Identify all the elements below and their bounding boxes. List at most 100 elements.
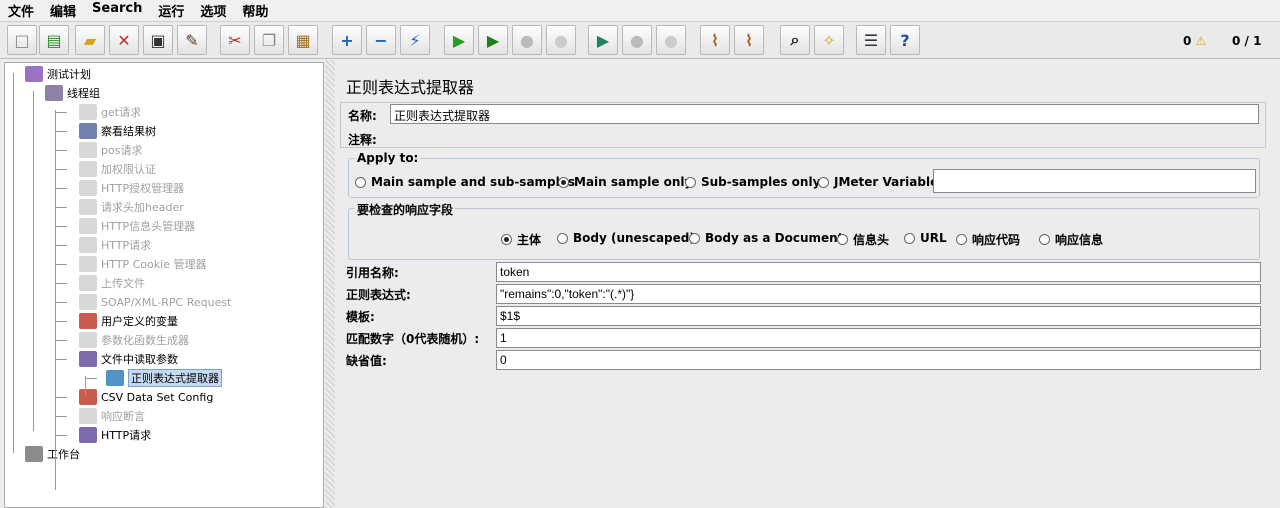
remote-shutdown-icon: ● xyxy=(664,30,678,50)
save-button[interactable]: ▣ xyxy=(143,25,173,55)
comment-input[interactable] xyxy=(390,128,1259,148)
apply-to-radio[interactable]: JMeter Variable xyxy=(818,175,938,189)
warning-count[interactable]: 0 ⚠ xyxy=(1183,34,1206,48)
remote-shutdown-button[interactable]: ● xyxy=(656,25,686,55)
radio-label: Sub-samples only xyxy=(701,175,821,189)
name-input[interactable]: 正则表达式提取器 xyxy=(390,104,1259,124)
tree-node[interactable]: CSV Data Set Config xyxy=(79,388,213,406)
response-field-radio[interactable]: URL xyxy=(904,231,947,245)
radio-circle xyxy=(685,176,696,188)
field-input[interactable]: "remains":0,"token":"(.*)"} xyxy=(496,284,1261,304)
shutdown-button[interactable]: ● xyxy=(546,25,576,55)
save-as-button[interactable]: ✎ xyxy=(177,25,207,55)
menu-item[interactable]: 帮助 xyxy=(234,0,276,20)
radio-label: 信息头 xyxy=(853,233,890,247)
field-input[interactable]: 0 xyxy=(496,350,1261,370)
tree-node-icon xyxy=(25,446,43,462)
tree-node[interactable]: HTTP信息头管理器 xyxy=(79,217,195,235)
search-button[interactable]: ⌕ xyxy=(780,25,810,55)
tree-node[interactable]: 上传文件 xyxy=(79,274,145,292)
tree-node[interactable]: pos请求 xyxy=(79,141,142,159)
tree-node[interactable]: 加权限认证 xyxy=(79,160,156,178)
tree-node[interactable]: 响应断言 xyxy=(79,407,145,425)
clear-all-button[interactable]: ⌇ xyxy=(734,25,764,55)
tree-node[interactable]: HTTP请求 xyxy=(79,236,151,254)
tree-connector xyxy=(55,435,67,436)
apply-to-radio[interactable]: Main sample and sub-samples xyxy=(355,175,575,189)
copy-icon: ❐ xyxy=(261,30,277,50)
response-field-radio[interactable]: 信息头 xyxy=(837,231,889,248)
reset-search-button[interactable]: ✧ xyxy=(814,25,844,55)
response-field-radio[interactable]: Body (unescaped) xyxy=(557,231,695,245)
remote-stop-button[interactable]: ● xyxy=(622,25,652,55)
tree-node[interactable]: 文件中读取参数 xyxy=(79,350,178,368)
menu-item[interactable]: 选项 xyxy=(192,0,234,20)
radio-label: Body as a Document xyxy=(705,231,844,245)
field-input[interactable]: 1 xyxy=(496,328,1261,348)
close-button[interactable]: ✕ xyxy=(109,25,139,55)
collapse-icon: − xyxy=(374,30,388,50)
menu-item[interactable]: 文件 xyxy=(0,0,42,20)
function-helper-button[interactable]: ☰ xyxy=(856,25,886,55)
tree-connector xyxy=(55,226,67,227)
field-label: 模板: xyxy=(346,310,375,324)
response-field-radio[interactable]: 响应信息 xyxy=(1039,231,1103,248)
field-input[interactable]: $1$ xyxy=(496,306,1261,326)
tree-node[interactable]: get请求 xyxy=(79,103,141,121)
help-button[interactable]: ? xyxy=(890,25,920,55)
tree-connector xyxy=(55,150,67,151)
response-field-radio[interactable]: Body as a Document xyxy=(689,231,843,245)
tree-connector xyxy=(85,376,86,396)
tree-node-label: CSV Data Set Config xyxy=(101,390,214,404)
toggle-button[interactable]: ⚡ xyxy=(400,25,430,55)
cut-button[interactable]: ✂ xyxy=(220,25,250,55)
tree-node-label: get请求 xyxy=(101,106,142,119)
menu-item[interactable]: 运行 xyxy=(150,0,192,20)
splitter[interactable] xyxy=(325,60,335,508)
tree-node[interactable]: 参数化函数生成器 xyxy=(79,331,189,349)
tree-node[interactable]: 测试计划 xyxy=(25,65,91,83)
help-icon: ? xyxy=(900,30,910,50)
tree-node[interactable]: 察看结果树 xyxy=(79,122,156,140)
response-field-radio[interactable]: 主体 xyxy=(501,231,541,248)
tree-connector xyxy=(55,397,67,398)
tree-node[interactable]: 请求头加header xyxy=(79,198,184,216)
stop-button[interactable]: ● xyxy=(512,25,542,55)
apply-to-title: Apply to: xyxy=(355,151,421,165)
new-button[interactable]: □ xyxy=(7,25,37,55)
apply-to-radio[interactable]: Sub-samples only xyxy=(685,175,820,189)
tree-node-label: 响应断言 xyxy=(101,410,145,423)
tree-node[interactable]: 工作台 xyxy=(25,445,80,463)
remote-start-button[interactable]: ▶ xyxy=(588,25,618,55)
tree-node[interactable]: 线程组 xyxy=(45,84,100,102)
start-no-pause-button[interactable]: ▶ xyxy=(478,25,508,55)
menu-item[interactable]: Search xyxy=(84,0,150,20)
menu-item[interactable]: 编辑 xyxy=(42,0,84,20)
tree-node-icon xyxy=(79,142,97,158)
open-button[interactable]: ▰ xyxy=(75,25,105,55)
expand-button[interactable]: + xyxy=(332,25,362,55)
start-button[interactable]: ▶ xyxy=(444,25,474,55)
comment-label: 注释: xyxy=(348,133,377,147)
radio-circle xyxy=(557,232,568,244)
tree-node[interactable]: 正则表达式提取器 xyxy=(106,369,222,387)
paste-button[interactable]: ▦ xyxy=(288,25,318,55)
page-title: 正则表达式提取器 xyxy=(346,78,475,97)
tree-node[interactable]: HTTP Cookie 管理器 xyxy=(79,255,206,273)
response-field-title: 要检查的响应字段 xyxy=(355,201,456,218)
tree-node-label: 用户定义的变量 xyxy=(101,315,178,328)
response-field-radio[interactable]: 响应代码 xyxy=(956,231,1020,248)
tree-node[interactable]: 用户定义的变量 xyxy=(79,312,178,330)
tree-node[interactable]: HTTP请求 xyxy=(79,426,151,444)
tree-node[interactable]: SOAP/XML-RPC Request xyxy=(79,293,231,311)
tree-node[interactable]: HTTP授权管理器 xyxy=(79,179,184,197)
apply-to-radio[interactable]: Main sample only xyxy=(558,175,692,189)
copy-button[interactable]: ❐ xyxy=(254,25,284,55)
jmeter-variable-input[interactable] xyxy=(933,169,1256,193)
templates-button[interactable]: ▤ xyxy=(39,25,69,55)
field-input[interactable]: token xyxy=(496,262,1261,282)
clear-button[interactable]: ⌇ xyxy=(700,25,730,55)
collapse-button[interactable]: − xyxy=(366,25,396,55)
tree-node-label: 文件中读取参数 xyxy=(101,353,178,366)
tree-node-icon xyxy=(79,237,97,253)
